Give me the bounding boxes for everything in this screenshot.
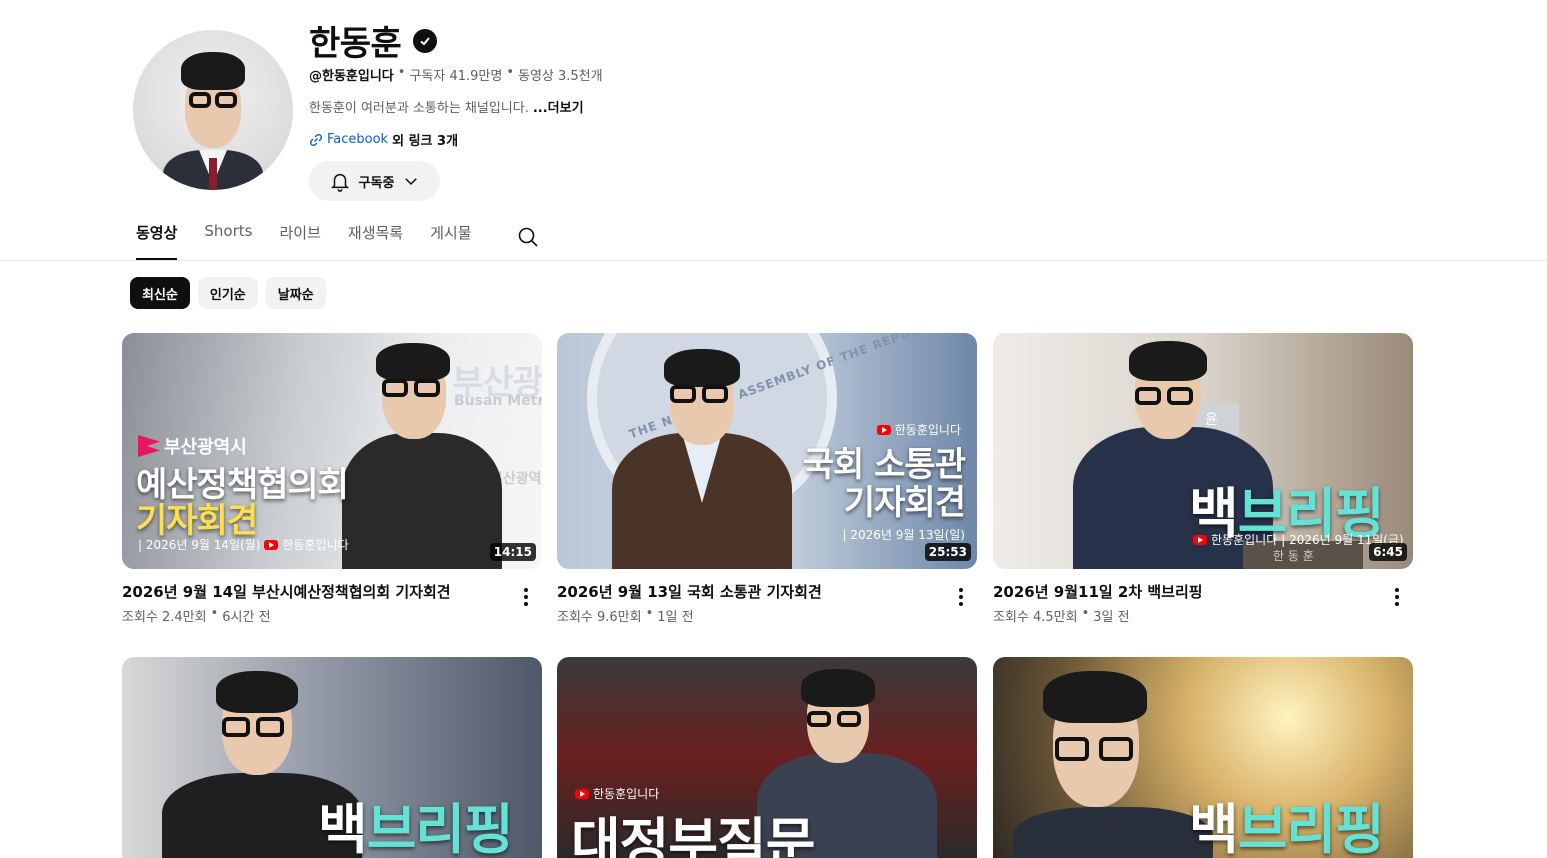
video-thumbnail[interactable]: THE NATIONAL ASSEMBLY OF THE REPUBLIC OF… <box>557 333 977 569</box>
meta-separator: • <box>645 606 654 621</box>
overlay-title-part1: 백 <box>318 798 368 858</box>
channel-meta: @한동훈입니다 • 구독자 41.9만명 • 동영상 3.5천개 <box>309 65 603 84</box>
channel-title: 한동훈 <box>309 16 438 65</box>
video-meta: 조회수 9.6만회 • 1일 전 <box>557 606 977 625</box>
tab-posts[interactable]: 게시물 <box>430 222 471 260</box>
verified-icon <box>413 28 438 53</box>
subscribe-label: 구독중 <box>358 175 395 191</box>
overlay-title-line2: 기자회견 <box>843 483 966 523</box>
thumbnail-person <box>1013 667 1213 858</box>
chip-popular[interactable]: 인기순 <box>197 277 258 309</box>
view-count: 조회수 4.5만회 <box>993 610 1078 625</box>
overlay-title-part2: 브리핑 <box>1237 798 1385 858</box>
meta-separator: • <box>397 65 406 80</box>
video-title[interactable]: 2026년 9월 14일 부산시예산정책협의회 기자회견 <box>122 581 502 602</box>
video-thumbnail[interactable]: 백브리핑 <box>122 657 542 858</box>
tab-playlists[interactable]: 재생목록 <box>348 222 403 260</box>
video-count: 동영상 3.5천개 <box>518 69 603 84</box>
subscriber-count: 구독자 41.9만명 <box>409 69 503 84</box>
upload-age: 3일 전 <box>1093 610 1130 625</box>
avatar-photo <box>133 30 293 190</box>
chip-latest[interactable]: 최신순 <box>130 277 190 309</box>
search-icon[interactable] <box>516 225 540 249</box>
more-options-icon[interactable] <box>1385 585 1409 609</box>
tab-live[interactable]: 라이브 <box>279 222 320 260</box>
thumbnail-person <box>602 343 802 569</box>
more-options-icon[interactable] <box>949 585 973 609</box>
facebook-label: Facebook <box>327 132 389 147</box>
video-card[interactable]: 백브리핑 <box>122 657 542 858</box>
description-text: 한동훈이 여러분과 소통하는 채널입니다. <box>309 101 529 116</box>
channel-handle: @한동훈입니다 <box>309 69 394 84</box>
other-links[interactable]: 외 링크 3개 <box>392 130 458 149</box>
upload-age: 1일 전 <box>657 610 694 625</box>
chevron-down-icon <box>405 178 418 186</box>
overlay-title-part1: 백 <box>1189 798 1239 858</box>
tabs-divider <box>0 260 1547 261</box>
channel-avatar[interactable] <box>133 30 293 190</box>
tab-videos[interactable]: 동영상 <box>136 222 178 260</box>
video-card[interactable]: 백브리핑 <box>993 657 1413 858</box>
overlay-region: 부산광역시 <box>138 433 247 459</box>
overlay-title-part2: 브리핑 <box>366 798 514 858</box>
sort-chips: 최신순 인기순 날짜순 <box>130 277 326 309</box>
youtube-icon <box>1193 534 1207 545</box>
view-count: 조회수 2.4만회 <box>122 610 207 625</box>
overlay-date-text: | 2026년 9월 14일(월) <box>138 538 261 552</box>
overlay-date: | 2026년 9월 14일(월) 한동훈입니다 <box>138 536 349 553</box>
upload-age: 6시간 전 <box>222 610 271 625</box>
video-meta: 조회수 4.5만회 • 3일 전 <box>993 606 1413 625</box>
nameplate-desk-text: 한 동 훈 <box>1273 549 1314 563</box>
overlay-title-line2: 기자회견 <box>136 501 258 541</box>
overlay-title: 백브리핑 <box>318 785 514 858</box>
video-title[interactable]: 2026년 9월 13일 국회 소통관 기자회견 <box>557 581 937 602</box>
overlay-brand: 한동훈입니다 <box>282 538 349 552</box>
video-card[interactable]: THE NATIONAL ASSEMBLY OF THE REPUBLIC OF… <box>557 333 977 625</box>
video-card[interactable]: 윤 한 동 훈 백브리핑 한동훈입니다 | 2026년 9월 11일(금) 6:… <box>993 333 1413 625</box>
video-thumbnail[interactable]: 부산광 Busan Metro 부산광역 부산광역시 예산정책협의회 기자회견 … <box>122 333 542 569</box>
channel-links: Facebook 외 링크 3개 <box>309 130 458 149</box>
subscribe-button[interactable]: 구독중 <box>309 161 440 201</box>
overlay-brand: 한동훈입니다 <box>1211 533 1278 547</box>
view-count: 조회수 9.6만회 <box>557 610 642 625</box>
video-title[interactable]: 2026년 9월11일 2차 백브리핑 <box>993 581 1373 602</box>
channel-name-text: 한동훈 <box>309 24 402 64</box>
channel-tabs: 동영상 Shorts 라이브 재생목록 게시물 <box>136 222 499 260</box>
meta-separator: • <box>210 606 219 621</box>
overlay-title: 대정부질문 <box>571 812 815 858</box>
youtube-icon <box>876 424 891 435</box>
youtube-icon <box>264 539 279 550</box>
video-thumbnail[interactable]: 백브리핑 <box>993 657 1413 858</box>
thumbnail-person <box>332 333 512 569</box>
meta-separator: • <box>506 65 514 80</box>
tab-shorts[interactable]: Shorts <box>204 222 252 260</box>
more-options-icon[interactable] <box>514 585 538 609</box>
channel-description[interactable]: 한동훈이 여러분과 소통하는 채널입니다. ...더보기 <box>309 97 584 116</box>
meta-separator: • <box>1081 606 1090 621</box>
video-thumbnail[interactable]: 윤 한 동 훈 백브리핑 한동훈입니다 | 2026년 9월 11일(금) 6:… <box>993 333 1413 569</box>
facebook-link[interactable]: Facebook <box>309 132 388 147</box>
video-thumbnail[interactable]: 한동훈입니다 대정부질문 <box>557 657 977 858</box>
bell-icon <box>330 173 349 192</box>
overlay-brand-row: 한동훈입니다 <box>876 421 961 438</box>
video-card[interactable]: 한동훈입니다 대정부질문 <box>557 657 977 858</box>
chip-oldest[interactable]: 날짜순 <box>265 277 326 309</box>
overlay-brand: 한동훈입니다 <box>894 423 961 437</box>
video-card[interactable]: 부산광 Busan Metro 부산광역 부산광역시 예산정책협의회 기자회견 … <box>122 333 542 625</box>
overlay-title: 백브리핑 <box>1189 785 1385 858</box>
duration-badge: 25:53 <box>924 543 971 561</box>
video-meta: 조회수 2.4만회 • 6시간 전 <box>122 606 542 625</box>
youtube-icon <box>575 788 589 799</box>
more-link[interactable]: ...더보기 <box>533 97 584 116</box>
overlay-date: | 2026년 9월 13일(일) <box>842 528 965 542</box>
duration-badge: 14:15 <box>489 543 536 561</box>
overlay-region-text: 부산광역시 <box>164 437 247 458</box>
duration-badge: 6:45 <box>1369 543 1407 561</box>
link-icon <box>309 133 323 146</box>
